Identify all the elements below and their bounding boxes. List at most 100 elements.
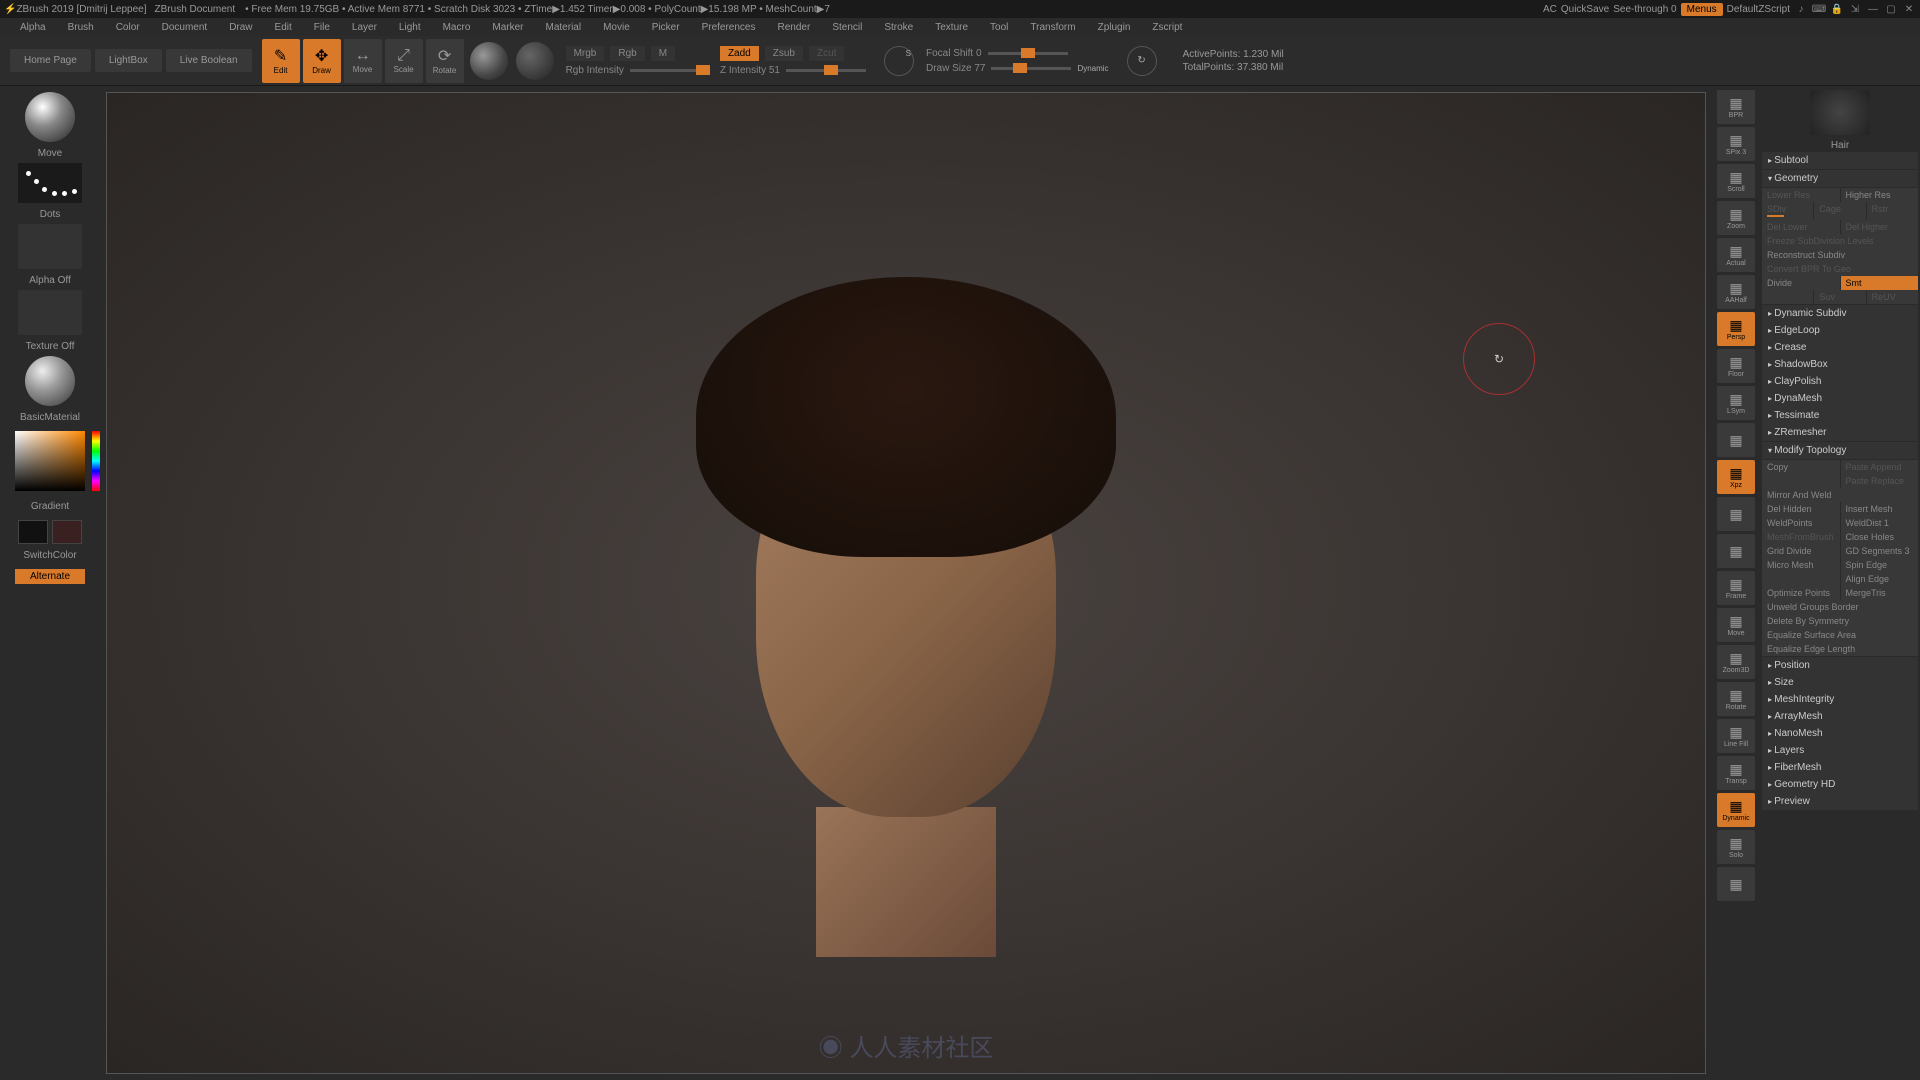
higher-res-button[interactable]: Higher Res — [1841, 188, 1919, 202]
spin-edge-button[interactable]: Spin Edge — [1841, 558, 1919, 572]
shadowbox-section[interactable]: ShadowBox — [1762, 356, 1918, 373]
lower-res-button[interactable]: Lower Res — [1762, 188, 1840, 202]
subtool-thumbnail[interactable] — [1810, 90, 1870, 135]
mergetris-button[interactable]: MergeTris — [1841, 586, 1919, 600]
Zoom3D-button[interactable]: ▦Zoom3D — [1717, 645, 1755, 679]
cell-button[interactable] — [1762, 474, 1840, 488]
arraymesh-section[interactable]: ArrayMesh — [1762, 708, 1918, 725]
geometry-hd-section[interactable]: Geometry HD — [1762, 776, 1918, 793]
view-button[interactable]: ▦ — [1717, 423, 1755, 457]
focal-shift-slider[interactable] — [988, 52, 1068, 55]
crease-section[interactable]: Crease — [1762, 339, 1918, 356]
claypolish-section[interactable]: ClayPolish — [1762, 373, 1918, 390]
secondary-color-swatch[interactable] — [52, 520, 82, 544]
menu-color[interactable]: Color — [116, 22, 140, 33]
gradient-label[interactable]: Gradient — [6, 501, 94, 512]
m-button[interactable]: M — [651, 46, 675, 61]
Solo-button[interactable]: ▦Solo — [1717, 830, 1755, 864]
cell-button[interactable] — [1762, 290, 1813, 304]
z-intensity-slider[interactable] — [786, 69, 866, 72]
divide-button[interactable]: Divide — [1762, 276, 1840, 290]
rstr-button[interactable]: Rstr — [1867, 202, 1918, 220]
tessimate-section[interactable]: Tessimate — [1762, 407, 1918, 424]
draw-tool-button[interactable]: ✥Draw — [303, 39, 341, 83]
zsub-button[interactable]: Zsub — [765, 46, 803, 61]
size-section[interactable]: Size — [1762, 674, 1918, 691]
smt-button[interactable]: Smt — [1841, 276, 1919, 290]
menu-brush[interactable]: Brush — [68, 22, 94, 33]
mrgb-button[interactable]: Mrgb — [566, 46, 605, 61]
close-holes-button[interactable]: Close Holes — [1841, 530, 1919, 544]
menus-button[interactable]: Menus — [1681, 3, 1723, 16]
lightbox-tab[interactable]: LightBox — [95, 49, 162, 72]
view-button[interactable]: ▦ — [1717, 497, 1755, 531]
view-button[interactable]: ▦ — [1717, 867, 1755, 901]
alpha-thumbnail[interactable] — [18, 224, 82, 269]
Zoom-button[interactable]: ▦Zoom — [1717, 201, 1755, 235]
dynamic-subdiv-section[interactable]: Dynamic Subdiv — [1762, 305, 1918, 322]
fibermesh-section[interactable]: FiberMesh — [1762, 759, 1918, 776]
menu-file[interactable]: File — [314, 22, 330, 33]
menu-movie[interactable]: Movie — [603, 22, 630, 33]
Frame-button[interactable]: ▦Frame — [1717, 571, 1755, 605]
quicksave-button[interactable]: QuickSave — [1561, 4, 1609, 15]
position-section[interactable]: Position — [1762, 657, 1918, 674]
suv-button[interactable]: Suv — [1814, 290, 1865, 304]
zadd-button[interactable]: Zadd — [720, 46, 759, 61]
meshintegrity-section[interactable]: MeshIntegrity — [1762, 691, 1918, 708]
note-icon[interactable]: ♪ — [1794, 2, 1808, 16]
switch-color-button[interactable]: SwitchColor — [6, 550, 94, 561]
del-hidden-button[interactable]: Del Hidden — [1762, 502, 1840, 516]
maximize-icon[interactable]: ▢ — [1884, 2, 1898, 16]
keyboard-icon[interactable]: ⌨ — [1812, 2, 1826, 16]
rgb-button[interactable]: Rgb — [610, 46, 644, 61]
AAHalf-button[interactable]: ▦AAHalf — [1717, 275, 1755, 309]
menu-preferences[interactable]: Preferences — [702, 22, 756, 33]
Line Fill-button[interactable]: ▦Line Fill — [1717, 719, 1755, 753]
align-edge-button[interactable]: Align Edge — [1841, 572, 1919, 586]
insert-mesh-button[interactable]: Insert Mesh — [1841, 502, 1919, 516]
dynamesh-section[interactable]: DynaMesh — [1762, 390, 1918, 407]
zremesher-section[interactable]: ZRemesher — [1762, 424, 1918, 441]
Rotate-button[interactable]: ▦Rotate — [1717, 682, 1755, 716]
menu-macro[interactable]: Macro — [443, 22, 471, 33]
unweld-groups-border-button[interactable]: Unweld Groups Border — [1762, 600, 1918, 614]
equalize-surface-area-button[interactable]: Equalize Surface Area — [1762, 628, 1918, 642]
default-zscript-button[interactable]: DefaultZScript — [1727, 4, 1790, 15]
layers-section[interactable]: Layers — [1762, 742, 1918, 759]
rotate-tool-button[interactable]: ⟳Rotate — [426, 39, 464, 83]
alternate-button[interactable]: Alternate — [15, 569, 85, 584]
draw-size-slider[interactable] — [991, 67, 1071, 70]
reconstruct-subdiv-button[interactable]: Reconstruct Subdiv — [1762, 248, 1918, 262]
Scroll-button[interactable]: ▦Scroll — [1717, 164, 1755, 198]
edgeloop-section[interactable]: EdgeLoop — [1762, 322, 1918, 339]
Actual-button[interactable]: ▦Actual — [1717, 238, 1755, 272]
menu-zplugin[interactable]: Zplugin — [1098, 22, 1131, 33]
menu-edit[interactable]: Edit — [275, 22, 292, 33]
weldpoints-button[interactable]: WeldPoints — [1762, 516, 1840, 530]
menu-stencil[interactable]: Stencil — [832, 22, 862, 33]
scale-tool-button[interactable]: ⤢Scale — [385, 39, 423, 83]
menu-picker[interactable]: Picker — [652, 22, 680, 33]
brush-thumbnail[interactable] — [25, 92, 75, 142]
micro-mesh-button[interactable]: Micro Mesh — [1762, 558, 1840, 572]
grid-divide-button[interactable]: Grid Divide — [1762, 544, 1840, 558]
cell-button[interactable] — [1762, 572, 1840, 586]
material-thumbnail[interactable] — [25, 356, 75, 406]
viewport[interactable]: www.rrcg.cn ◉ 人人素材社区 — [106, 92, 1706, 1074]
menu-render[interactable]: Render — [778, 22, 811, 33]
menu-light[interactable]: Light — [399, 22, 421, 33]
Move-button[interactable]: ▦Move — [1717, 608, 1755, 642]
minimize-icon[interactable]: — — [1866, 2, 1880, 16]
menu-zscript[interactable]: Zscript — [1152, 22, 1182, 33]
optimize-points-button[interactable]: Optimize Points — [1762, 586, 1840, 600]
collapse-icon[interactable]: ⇲ — [1848, 2, 1862, 16]
s-curve-icon[interactable]: S — [884, 46, 914, 76]
menu-transform[interactable]: Transform — [1030, 22, 1075, 33]
Floor-button[interactable]: ▦Floor — [1717, 349, 1755, 383]
texture-thumbnail[interactable] — [18, 290, 82, 335]
mirror-and-weld-button[interactable]: Mirror And Weld — [1762, 488, 1918, 502]
lock-icon[interactable]: 🔒 — [1830, 2, 1844, 16]
paste-append-button[interactable]: Paste Append — [1841, 460, 1919, 474]
equalize-edge-length-button[interactable]: Equalize Edge Length — [1762, 642, 1918, 656]
